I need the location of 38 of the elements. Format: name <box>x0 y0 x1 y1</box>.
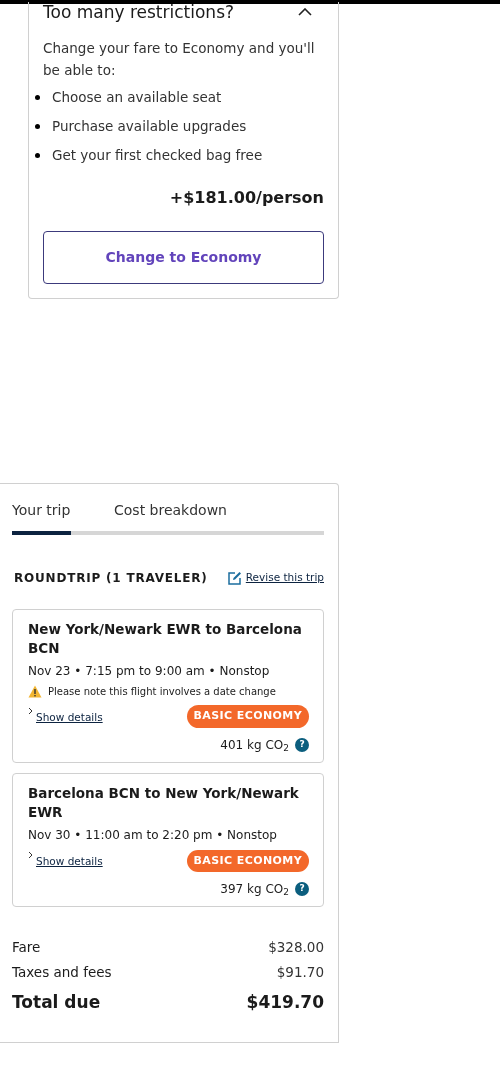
route-title: Barcelona BCN to New York/Newark EWR <box>28 783 300 822</box>
cost-amount: $91.70 <box>276 963 324 983</box>
panel-title: Too many restrictions? <box>43 2 235 22</box>
total-amount: $419.70 <box>246 991 324 1015</box>
edit-icon[interactable] <box>227 571 242 585</box>
benefit-text: Choose an available seat <box>52 88 222 108</box>
bullet-icon <box>35 124 40 129</box>
cost-amount: $328.00 <box>268 938 324 958</box>
chevron-right-icon[interactable] <box>28 851 33 860</box>
total-label: Total due <box>12 991 101 1015</box>
section-heading: ROUNDTRIP (1 TRAVELER) <box>14 570 208 587</box>
cost-label: Taxes and fees <box>12 963 112 983</box>
tab[interactable]: Cost breakdown <box>71 500 324 535</box>
bullet-icon <box>35 95 40 100</box>
benefit-text: Purchase available upgrades <box>52 117 247 137</box>
emissions-text: 401 kg CO$_{2}$ <box>220 736 289 754</box>
warning-icon <box>28 685 42 698</box>
change-fare-button[interactable]: Change to Economy <box>43 231 324 284</box>
fare-badge: BASIC ECONOMY <box>186 849 309 872</box>
cost-label: Fare <box>12 938 41 958</box>
bullet-icon <box>35 153 40 158</box>
description-text: Change your fare to Economy and you'll be able to: <box>43 39 316 80</box>
notice-text: Please note this flight involves a date change <box>48 685 276 699</box>
show-details-link[interactable]: Show details <box>36 854 103 871</box>
show-details-link[interactable]: Show details <box>36 709 103 726</box>
benefit-text: Get your first checked bag free <box>52 146 263 166</box>
revise-trip-link[interactable]: Revise this trip <box>245 570 324 586</box>
price-text: +$181.00/person <box>169 187 324 209</box>
schedule-text: Nov 30 • 11:00 am to 2:20 pm • Nonstop <box>28 826 278 844</box>
collapse-chevron-icon[interactable] <box>298 8 312 16</box>
help-button[interactable]: ? <box>295 737 309 752</box>
help-button[interactable]: ? <box>295 882 309 896</box>
tab[interactable]: Your trip <box>12 500 71 535</box>
schedule-text: Nov 23 • 7:15 pm to 9:00 am • Nonstop <box>28 663 271 680</box>
route-title: New York/Newark EWR to Barcelona BCN <box>28 620 303 658</box>
emissions-text: 397 kg CO$_{2}$ <box>220 881 289 898</box>
fare-badge: BASIC ECONOMY <box>186 705 309 728</box>
chevron-right-icon[interactable] <box>28 706 33 715</box>
